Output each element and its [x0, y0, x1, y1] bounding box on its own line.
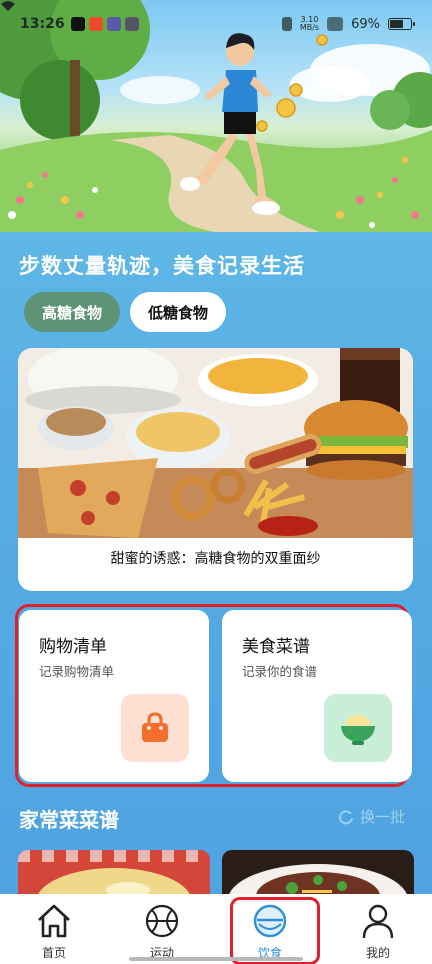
- notification-icons: [70, 17, 139, 31]
- tab-high-sugar[interactable]: 高糖食物: [24, 292, 121, 332]
- battery-icon: [388, 18, 415, 30]
- nav-home[interactable]: 首页: [0, 894, 108, 964]
- shopping-bag-icon: [121, 694, 189, 762]
- refresh-button[interactable]: 换一批: [338, 806, 405, 827]
- diet-screen: 13:26 3.10 MB/s 69% 步数丈量轨迹，美食记录生活 高糖食物 低…: [0, 0, 432, 964]
- page-headline: 步数丈量轨迹，美食记录生活: [19, 254, 305, 278]
- person-icon: [362, 904, 394, 939]
- ball-icon: [145, 904, 179, 938]
- net-speed: 3.10 MB/s: [300, 16, 319, 32]
- feature-title: 美食菜谱: [242, 637, 310, 657]
- feature-title: 购物清单: [39, 637, 107, 657]
- battery-percent: 69%: [351, 16, 380, 32]
- recipe-card[interactable]: 美食菜谱 记录你的食谱: [222, 610, 412, 782]
- tiktok-icon: [70, 17, 85, 31]
- vibrate-icon: [281, 17, 292, 31]
- home-indicator[interactable]: [129, 957, 303, 961]
- hero-illustration: 13:26 3.10 MB/s 69%: [0, 0, 432, 232]
- food-tabs: 高糖食物 低糖食物: [24, 292, 227, 332]
- status-time: 13:26: [20, 16, 65, 32]
- nav-label: 我的: [365, 946, 390, 960]
- section-title: 家常菜菜谱: [19, 808, 119, 832]
- sim-signal-icon: [327, 17, 344, 31]
- home-icon: [38, 904, 70, 938]
- app-notification-icon: [106, 17, 121, 31]
- crown-icon: [124, 17, 139, 31]
- battery-level: [390, 20, 404, 28]
- nav-exercise[interactable]: 运动: [108, 894, 216, 964]
- annotation-highlight-nav: [230, 897, 320, 964]
- app-notification-icon: [88, 17, 103, 31]
- nav-label: 首页: [41, 946, 66, 960]
- status-right: 3.10 MB/s 69%: [1, 1, 415, 32]
- feature-subtitle: 记录购物清单: [39, 664, 115, 679]
- nav-profile[interactable]: 我的: [324, 894, 432, 964]
- feature-subtitle: 记录你的食谱: [242, 664, 318, 679]
- junk-food-image: [18, 348, 413, 538]
- article-card[interactable]: 甜蜜的诱惑：高糖食物的双重面纱: [18, 348, 413, 591]
- article-caption: 甜蜜的诱惑：高糖食物的双重面纱: [110, 551, 321, 567]
- tab-low-sugar[interactable]: 低糖食物: [130, 292, 227, 332]
- refresh-icon: [339, 809, 353, 824]
- wifi-icon: [1, 1, 15, 11]
- shopping-list-card[interactable]: 购物清单 记录购物清单: [19, 610, 209, 782]
- bottom-navigation: 首页 运动 饮食 我的: [0, 894, 432, 964]
- net-speed-unit: MB/s: [299, 23, 320, 32]
- status-bar: 13:26 3.10 MB/s 69%: [0, 0, 432, 48]
- rice-bowl-icon: [324, 694, 392, 762]
- refresh-label: 换一批: [360, 808, 406, 826]
